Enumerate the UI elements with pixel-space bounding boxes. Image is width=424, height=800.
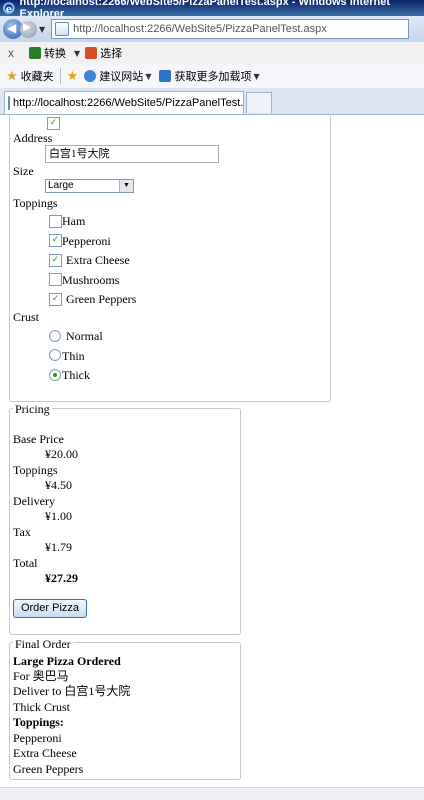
- order-heading: Large Pizza Ordered: [13, 654, 121, 668]
- order-deliver-line: Deliver to 白宫1号大院: [13, 684, 131, 698]
- crust-radio-thick[interactable]: [49, 369, 61, 381]
- order-pizza-button[interactable]: Order Pizza: [13, 599, 87, 618]
- favorites-button[interactable]: 收藏夹: [21, 68, 54, 84]
- base-price-value: ¥20.00: [45, 447, 78, 461]
- top-checkbox[interactable]: ✓: [47, 117, 60, 130]
- total-value: ¥27.29: [45, 571, 78, 585]
- close-icon[interactable]: x: [8, 46, 14, 60]
- size-select[interactable]: Large ▼: [45, 179, 134, 193]
- address-row: ◀ ▶ ▼ http://localhost:2266/WebSite5/Piz…: [0, 16, 424, 42]
- history-dropdown-icon[interactable]: ▼: [39, 25, 45, 34]
- crust-label-thin: Thin: [62, 349, 85, 363]
- check-icon: ✓: [51, 235, 60, 245]
- favorites-star-icon: ★: [6, 68, 18, 83]
- size-label: Size: [13, 164, 34, 178]
- forward-button[interactable]: ▶: [20, 20, 37, 38]
- order-topping-item: Extra Cheese: [13, 746, 77, 760]
- crust-label: Crust: [13, 310, 40, 324]
- page-icon: [55, 22, 70, 36]
- addons-button[interactable]: 获取更多加载项: [174, 68, 251, 84]
- convert-menu[interactable]: 转换: [44, 45, 66, 61]
- convert-icon: [29, 47, 41, 59]
- order-topping-item: Green Peppers: [13, 762, 84, 776]
- check-icon: ✓: [51, 255, 60, 265]
- new-tab-button[interactable]: [246, 92, 272, 113]
- total-label: Total: [13, 556, 38, 570]
- topping-label-green-peppers: Green Peppers: [66, 292, 137, 306]
- topping-checkbox-ham[interactable]: [49, 215, 62, 228]
- command-bar: x 转换 ▼ 选择: [0, 42, 424, 65]
- tax-value: ¥1.79: [45, 540, 72, 554]
- page-content: ✓ Address 白宫1号大院 Size Large ▼ Toppings H…: [0, 114, 424, 800]
- suggested-sites-button[interactable]: 建议网站: [99, 68, 143, 84]
- size-select-value: Large: [48, 180, 74, 191]
- suggested-sites-icon: [84, 70, 97, 82]
- topping-label-pepperoni: Pepperoni: [62, 234, 111, 248]
- check-icon: ✓: [51, 294, 60, 304]
- address-url: http://localhost:2266/WebSite5/PizzaPane…: [73, 23, 327, 35]
- pricing-legend: Pricing: [13, 402, 52, 417]
- window-title-bar: e http://localhost:2266/WebSite5/PizzaPa…: [0, 0, 424, 20]
- topping-label-mushrooms: Mushrooms: [62, 273, 120, 287]
- select-icon: [85, 47, 98, 59]
- topping-checkbox-mushrooms[interactable]: [49, 273, 62, 286]
- svg-text:e: e: [6, 4, 12, 15]
- toppings-price-value: ¥4.50: [45, 478, 72, 492]
- toppings-price-label: Toppings: [13, 463, 58, 477]
- tab-label: http://localhost:2266/WebSite5/PizzaPane…: [13, 97, 244, 109]
- tab-pizza-panel-test[interactable]: http://localhost:2266/WebSite5/PizzaPane…: [4, 91, 244, 114]
- address-label: Address: [13, 131, 53, 145]
- topping-label-extra-cheese: Extra Cheese: [66, 253, 130, 267]
- add-favorite-icon[interactable]: ★: [67, 68, 79, 84]
- check-icon: ✓: [49, 118, 58, 128]
- delivery-value: ¥1.00: [45, 509, 72, 523]
- base-price-label: Base Price: [13, 432, 64, 446]
- select-menu[interactable]: 选择: [100, 45, 122, 61]
- crust-radio-normal[interactable]: [49, 330, 61, 342]
- toppings-label: Toppings: [13, 196, 58, 210]
- favorites-bar: ★ 收藏夹 ★ 建议网站 ▼ 获取更多加载项 ▼: [0, 64, 424, 89]
- order-crust-line: Thick Crust: [13, 700, 70, 714]
- topping-checkbox-green-peppers[interactable]: ✓: [49, 293, 62, 306]
- crust-label-normal: Normal: [66, 329, 103, 343]
- order-topping-item: Pepperoni: [13, 731, 62, 745]
- topping-checkbox-pepperoni[interactable]: ✓: [49, 234, 62, 247]
- final-order-legend: Final Order: [13, 637, 73, 652]
- chevron-down-icon: ▼: [119, 180, 133, 192]
- addons-dropdown-icon[interactable]: ▼: [253, 72, 259, 81]
- address-bar[interactable]: http://localhost:2266/WebSite5/PizzaPane…: [51, 19, 410, 39]
- topping-checkbox-extra-cheese[interactable]: ✓: [49, 254, 62, 267]
- ie-logo-icon: e: [2, 2, 15, 15]
- horizontal-scrollbar[interactable]: [0, 787, 424, 800]
- toolbar-divider: [59, 68, 61, 84]
- suggested-sites-dropdown-icon[interactable]: ▼: [145, 72, 151, 81]
- tax-label: Tax: [13, 525, 31, 539]
- order-toppings-heading: Toppings:: [13, 715, 64, 729]
- topping-label-ham: Ham: [62, 214, 86, 228]
- radio-selected-dot: [53, 373, 57, 377]
- order-for-line: For 奥巴马: [13, 669, 69, 683]
- tab-page-icon: [8, 96, 10, 110]
- forward-arrow-icon: ▶: [23, 21, 31, 33]
- crust-radio-thin[interactable]: [49, 349, 61, 361]
- tab-strip: http://localhost:2266/WebSite5/PizzaPane…: [0, 88, 424, 115]
- crust-label-thick: Thick: [62, 368, 90, 382]
- addons-icon: [159, 70, 172, 82]
- delivery-label: Delivery: [13, 494, 55, 508]
- address-input[interactable]: 白宫1号大院: [45, 145, 219, 163]
- convert-dropdown-icon[interactable]: ▼: [74, 49, 80, 58]
- back-arrow-icon: ◀: [7, 21, 17, 35]
